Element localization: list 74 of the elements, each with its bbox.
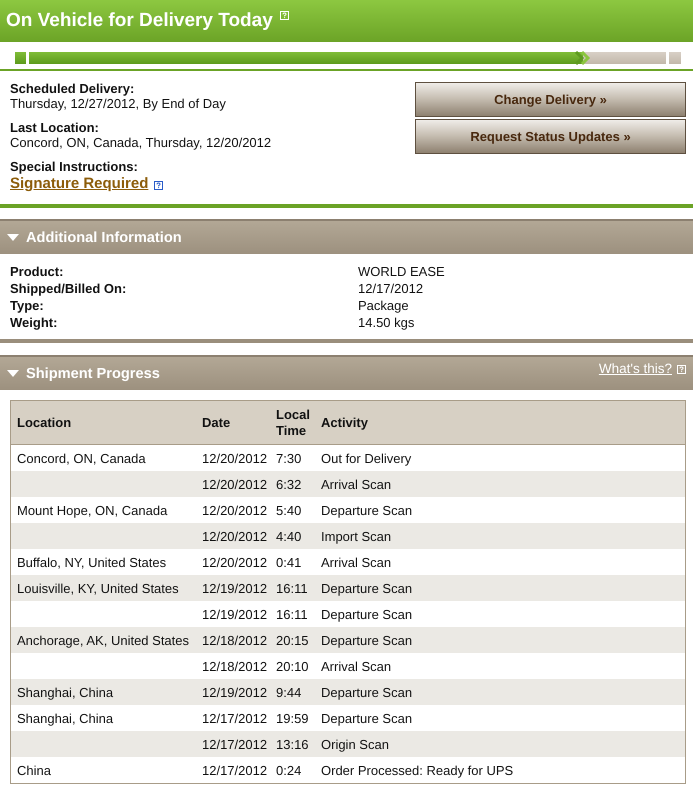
table-cell: Order Processed: Ready for UPS — [321, 762, 514, 778]
column-header: Location — [17, 414, 72, 430]
table-cell: 6:32 — [276, 476, 302, 492]
table-cell: 12/18/2012 — [202, 658, 268, 674]
table-cell: 12/17/2012 — [202, 762, 268, 778]
detail-label: Last Location: — [10, 120, 100, 135]
table-cell: Import Scan — [321, 528, 392, 544]
double-chevron-icon — [574, 51, 590, 65]
table-cell: 0:41 — [276, 554, 302, 570]
table-cell: 12/17/2012 — [202, 736, 268, 752]
table-cell: Origin Scan — [321, 736, 389, 752]
triangle-icon[interactable] — [7, 234, 19, 242]
table-cell: 12/19/2012 — [202, 606, 268, 622]
table-cell: Arrival Scan — [321, 554, 392, 570]
table-cell: 12/20/2012 — [202, 450, 268, 466]
table-cell: 16:11 — [276, 606, 308, 622]
table-cell: Departure Scan — [321, 710, 412, 726]
table-cell: 0:24 — [276, 762, 302, 778]
triangle-icon[interactable] — [7, 370, 19, 378]
table-cell: 20:10 — [276, 658, 309, 674]
table-cell: Departure Scan — [321, 580, 412, 596]
status-title: On Vehicle for Delivery Today — [6, 9, 273, 33]
table-cell: Arrival Scan — [321, 658, 392, 674]
column-header: Local Time — [276, 406, 311, 438]
table-cell: 12/20/2012 — [202, 528, 268, 544]
table-cell: Departure Scan — [321, 632, 412, 648]
table-cell: 12/20/2012 — [202, 554, 268, 570]
detail-label: Special Instructions: — [10, 159, 139, 174]
table-cell: 12/17/2012 — [202, 710, 268, 726]
info-value: 14.50 kgs — [358, 314, 414, 331]
detail-value: Concord, ON, Canada, Thursday, 12/20/2012 — [10, 135, 272, 151]
info-value: Package — [358, 297, 409, 314]
signature-link[interactable]: Signature Required — [10, 175, 148, 193]
table-cell: 12/20/2012 — [202, 502, 268, 518]
info-value: WORLD EASE — [358, 263, 445, 280]
table-cell: 12/19/2012 — [202, 580, 268, 596]
table-cell: 16:11 — [276, 580, 308, 596]
table-cell: 5:40 — [276, 502, 302, 518]
detail-value: Thursday, 12/27/2012, By End of Day — [10, 96, 227, 112]
table-cell: 19:59 — [276, 710, 309, 726]
table-cell: Departure Scan — [321, 502, 412, 518]
table-cell: Shanghai, China — [17, 684, 114, 700]
column-header: Date — [202, 414, 230, 430]
table-cell: 7:30 — [276, 450, 302, 466]
info-label: Type: — [10, 297, 45, 314]
table-cell: 12/19/2012 — [202, 684, 268, 700]
column-header: Activity — [321, 414, 368, 430]
info-label: Product: — [10, 263, 64, 280]
table-cell: 12/20/2012 — [202, 476, 268, 492]
table-cell: 20:15 — [276, 632, 309, 648]
action-button[interactable]: Request Status Updates » — [415, 119, 686, 154]
info-value: 12/17/2012 — [358, 280, 424, 297]
table-cell: Out for Delivery — [321, 450, 412, 466]
table-cell: 13:16 — [276, 736, 309, 752]
progress-end-segment — [669, 52, 681, 64]
table-cell: Mount Hope, ON, Canada — [17, 502, 168, 518]
table-cell: Concord, ON, Canada — [17, 450, 146, 466]
table-cell: Departure Scan — [321, 606, 412, 622]
table-cell: 9:44 — [276, 684, 302, 700]
table-cell: 12/18/2012 — [202, 632, 268, 648]
table-cell: Louisville, KY, United States — [17, 580, 179, 596]
table-cell: Departure Scan — [321, 684, 412, 700]
progress-start-segment — [15, 52, 26, 64]
help-icon[interactable] — [154, 181, 164, 190]
table-cell: 4:40 — [276, 528, 302, 544]
info-label: Shipped/Billed On: — [10, 280, 128, 297]
detail-label: Scheduled Delivery: — [10, 81, 136, 96]
table-cell: Anchorage, AK, United States — [17, 632, 189, 648]
action-button[interactable]: Change Delivery » — [415, 82, 686, 117]
table-cell: China — [17, 762, 51, 778]
table-cell: Buffalo, NY, United States — [17, 554, 166, 570]
table-cell: Arrival Scan — [321, 476, 392, 492]
info-label: Weight: — [10, 314, 58, 331]
table-cell: Shanghai, China — [17, 710, 114, 726]
